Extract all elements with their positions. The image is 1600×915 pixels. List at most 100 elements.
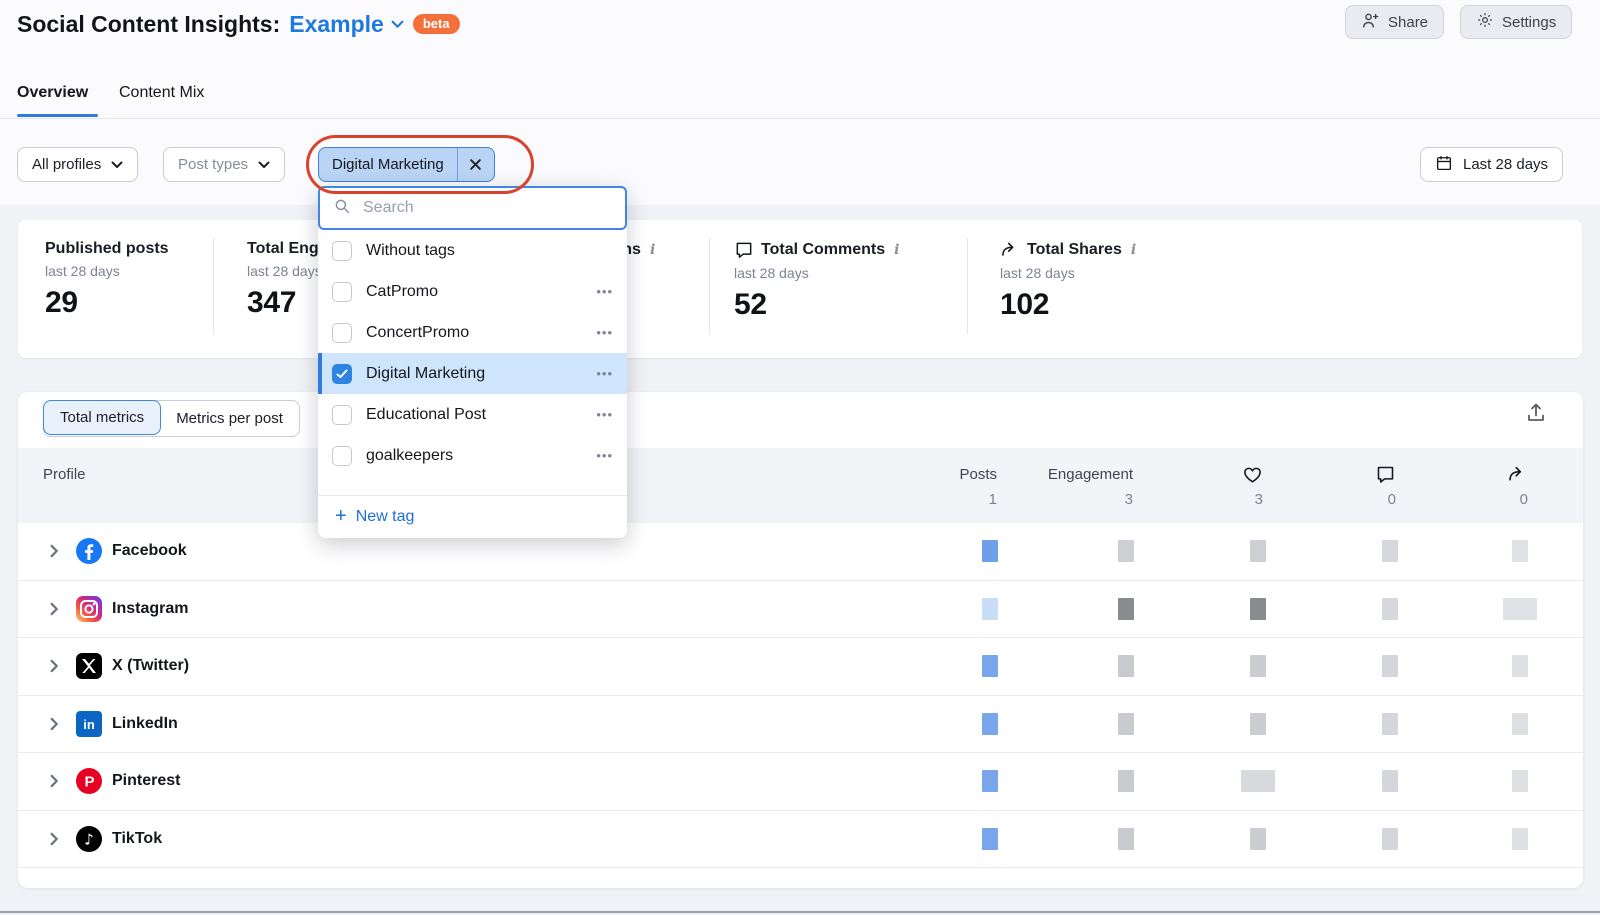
metric-value-placeholder — [1512, 540, 1528, 562]
checkbox-checked-icon[interactable] — [332, 364, 352, 384]
info-icon[interactable]: i — [650, 242, 655, 258]
share-button[interactable]: Share — [1345, 5, 1444, 39]
metric-value-placeholder — [1382, 828, 1398, 850]
table-row-facebook[interactable]: Facebook — [18, 523, 1583, 581]
metric-value-placeholder — [1250, 598, 1266, 620]
chevron-right-icon[interactable] — [50, 602, 59, 616]
metric-value: 102 — [1000, 288, 1136, 322]
tag-option-label: CatPromo — [366, 283, 582, 301]
metric-title: Total Shares i — [1000, 240, 1136, 260]
close-icon — [469, 158, 482, 171]
checkbox-icon[interactable] — [332, 241, 352, 261]
chevron-right-icon[interactable] — [50, 659, 59, 673]
add-person-icon — [1361, 11, 1380, 34]
table-row-pinterest[interactable]: PPinterest — [18, 753, 1583, 811]
metric-title-text: Published posts — [45, 240, 169, 258]
metric-value-placeholder — [982, 828, 998, 850]
tag-option-label: goalkeepers — [366, 447, 582, 465]
metric-value-placeholder — [1118, 828, 1134, 850]
comment-icon — [734, 240, 754, 260]
new-tag-button[interactable]: + New tag — [318, 496, 627, 538]
metric-value-placeholder — [1512, 655, 1528, 677]
chevron-right-icon[interactable] — [50, 774, 59, 788]
remove-tag-filter-button[interactable] — [458, 148, 494, 181]
metric-value-placeholder — [1512, 713, 1528, 735]
table-row-linkedin[interactable]: in LinkedIn — [18, 696, 1583, 754]
tag-search-input[interactable] — [361, 198, 612, 218]
share-icon — [1398, 462, 1528, 486]
tag-option-without-tags[interactable]: Without tags — [318, 230, 627, 271]
tag-filter-dropdown: Without tagsCatPromo•••ConcertPromo•••Di… — [318, 186, 627, 538]
column-header-heart: 3 — [1133, 462, 1263, 508]
column-total-value: 1 — [867, 491, 997, 508]
tag-option-menu-icon[interactable]: ••• — [596, 448, 613, 463]
metric-value-placeholder — [1382, 598, 1398, 620]
share-button-label: Share — [1388, 14, 1428, 31]
metric-value-placeholder — [1118, 770, 1134, 792]
profile-name: Facebook — [112, 542, 187, 560]
chevron-right-icon[interactable] — [50, 717, 59, 731]
table-row-tiktok[interactable]: ♪TikTok — [18, 811, 1583, 869]
metrics-card: Published postslast 28 days29Total Engag… — [18, 220, 1582, 358]
date-range-label: Last 28 days — [1463, 156, 1548, 173]
tag-option-digital-marketing[interactable]: Digital Marketing••• — [318, 353, 627, 394]
tag-option-goalkeepers[interactable]: goalkeepers ••• — [318, 435, 627, 476]
info-icon[interactable]: i — [894, 242, 899, 258]
metric-value-placeholder — [1118, 598, 1134, 620]
profiles-table-card: Total metricsMetrics per post Profile Po… — [18, 392, 1583, 888]
metric-title-text: Total Shares — [1027, 241, 1122, 259]
checkbox-icon[interactable] — [332, 323, 352, 343]
export-button[interactable] — [1521, 398, 1551, 428]
profile-name: X (Twitter) — [112, 657, 189, 675]
tag-option-catpromo[interactable]: CatPromo ••• — [318, 271, 627, 312]
checkbox-icon[interactable] — [332, 282, 352, 302]
chevron-right-icon[interactable] — [50, 832, 59, 846]
date-range-button[interactable]: Last 28 days — [1420, 147, 1563, 182]
column-header-engagement: Engagement3 — [1003, 462, 1133, 508]
segment-total-metrics[interactable]: Total metrics — [43, 400, 161, 435]
tag-option-menu-icon[interactable]: ••• — [596, 284, 613, 299]
metric-card-total-comments: Total Commentsilast 28 days52 — [734, 240, 899, 322]
dropdown-spacer — [318, 476, 627, 495]
svg-text:P: P — [84, 774, 94, 791]
active-tab-underline — [17, 114, 98, 117]
metric-subtitle: last 28 days — [1000, 265, 1136, 281]
metric-title-text: Total Comments — [761, 241, 885, 259]
checkbox-icon[interactable] — [332, 446, 352, 466]
metric-subtitle: last 28 days — [734, 265, 899, 281]
segment-metrics-per-post[interactable]: Metrics per post — [160, 401, 299, 436]
column-header-share: 0 — [1398, 462, 1528, 508]
info-icon[interactable]: i — [1131, 242, 1136, 258]
tab-content-mix[interactable]: Content Mix — [119, 84, 204, 102]
table-row-instagram[interactable]: Instagram — [18, 581, 1583, 639]
chevron-down-icon — [391, 20, 404, 29]
chevron-right-icon[interactable] — [50, 544, 59, 558]
table-row-x-twitter[interactable]: X (Twitter) — [18, 638, 1583, 696]
comment-icon — [1266, 462, 1396, 486]
metric-divider — [709, 238, 710, 334]
beta-badge: beta — [413, 14, 460, 34]
tag-option-label: Educational Post — [366, 406, 582, 424]
tag-option-label: Without tags — [366, 242, 613, 260]
tag-option-menu-icon[interactable]: ••• — [596, 407, 613, 422]
post-types-filter-button[interactable]: Post types — [163, 147, 285, 182]
metric-value: 29 — [45, 286, 169, 320]
profile-name: LinkedIn — [112, 715, 178, 733]
settings-button[interactable]: Settings — [1460, 5, 1572, 39]
profiles-filter-button[interactable]: All profiles — [17, 147, 138, 182]
tab-overview[interactable]: Overview — [17, 84, 88, 102]
project-selector[interactable]: Example — [289, 11, 404, 38]
tag-filter-chip[interactable]: Digital Marketing — [318, 147, 495, 182]
gear-icon — [1476, 11, 1494, 33]
tag-option-educational-post[interactable]: Educational Post ••• — [318, 394, 627, 435]
metric-value-placeholder — [1512, 770, 1528, 792]
tag-option-menu-icon[interactable]: ••• — [596, 325, 613, 340]
svg-text:♪: ♪ — [84, 830, 94, 848]
checkbox-icon[interactable] — [332, 405, 352, 425]
metric-value-placeholder — [1250, 540, 1266, 562]
tag-option-concertpromo[interactable]: ConcertPromo••• — [318, 312, 627, 353]
tag-search-box[interactable] — [318, 186, 627, 230]
tag-option-menu-icon[interactable]: ••• — [596, 366, 613, 381]
column-label: Posts — [867, 462, 997, 486]
linkedin-icon: in — [76, 711, 102, 737]
